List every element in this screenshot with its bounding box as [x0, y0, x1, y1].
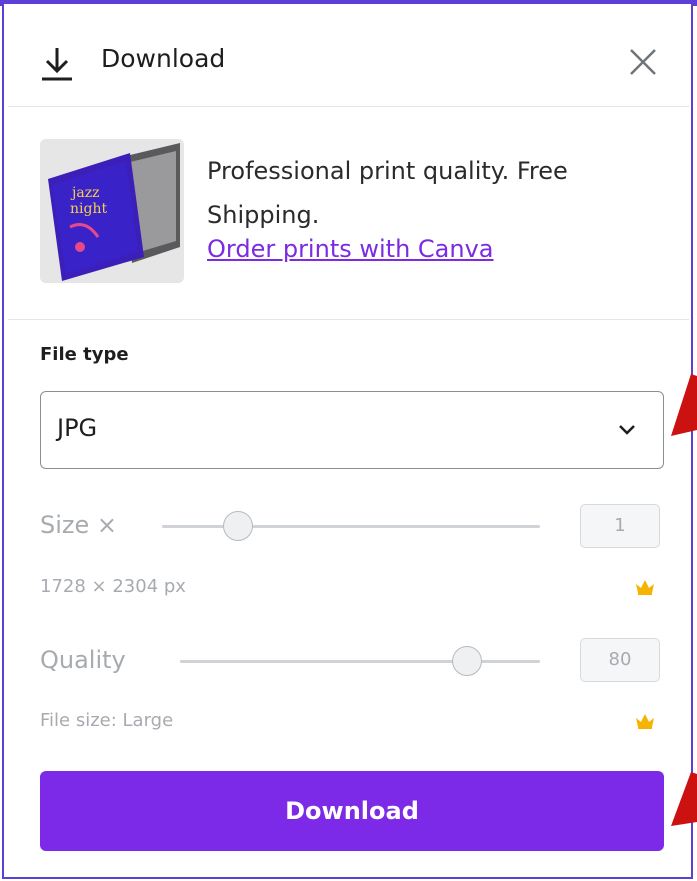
promo-text: Professional print quality. Free Shippin…: [207, 157, 568, 229]
panel-header: Download: [8, 6, 689, 107]
quality-slider-handle[interactable]: [452, 646, 482, 676]
panel-title: Download: [101, 44, 226, 73]
file-type-label: File type: [40, 344, 129, 365]
order-prints-link[interactable]: Order prints with Canva: [207, 235, 494, 263]
quality-label: Quality: [40, 646, 126, 674]
crown-icon: [636, 714, 654, 729]
thumb-text-2: night: [70, 201, 107, 217]
print-promo: jazz night Professional print quality. F…: [8, 107, 689, 320]
size-input[interactable]: 1: [580, 504, 660, 548]
size-slider-handle[interactable]: [223, 511, 253, 541]
size-label: Size ×: [40, 511, 118, 539]
chevron-down-icon: [619, 425, 635, 435]
annotation-arrow-icon: [671, 374, 697, 436]
file-size-text: File size: Large: [40, 710, 174, 731]
crown-icon: [636, 580, 654, 595]
quality-input[interactable]: 80: [580, 638, 660, 682]
poster-image: jazz night: [40, 139, 184, 283]
print-preview-thumbnail: jazz night: [40, 139, 184, 283]
thumb-text-1: jazz: [70, 185, 99, 201]
dimensions-text: 1728 × 2304 px: [40, 576, 186, 597]
annotation-arrow-icon: [671, 772, 697, 826]
size-slider[interactable]: [162, 525, 540, 528]
download-icon: [42, 48, 72, 81]
download-button[interactable]: Download: [40, 771, 664, 851]
close-icon[interactable]: [627, 46, 659, 78]
file-type-value: JPG: [57, 414, 98, 442]
quality-slider[interactable]: [180, 660, 540, 663]
file-type-select[interactable]: JPG: [40, 391, 664, 469]
